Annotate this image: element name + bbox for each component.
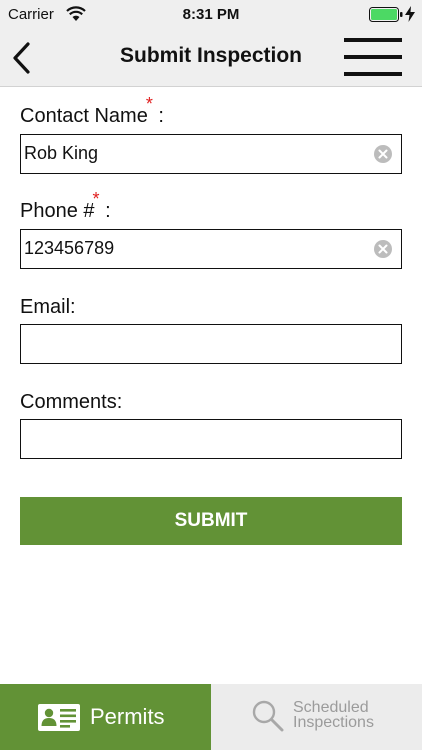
hamburger-menu-icon[interactable] bbox=[344, 36, 402, 80]
tab-permits[interactable]: Permits bbox=[0, 684, 211, 750]
required-marker: * bbox=[145, 94, 153, 114]
clear-icon[interactable] bbox=[374, 240, 392, 258]
clear-icon[interactable] bbox=[374, 145, 392, 163]
magnifier-icon bbox=[252, 700, 284, 732]
status-bar: Carrier 8:31 PM bbox=[0, 0, 422, 30]
email-label: Email: bbox=[20, 296, 76, 318]
required-marker: * bbox=[92, 189, 100, 209]
clock-time: 8:31 PM bbox=[182, 6, 240, 23]
email-field[interactable] bbox=[20, 324, 402, 364]
tab-scheduled-inspections[interactable]: Scheduled Inspections bbox=[211, 684, 422, 750]
contact-name-label: Contact Name* : bbox=[20, 94, 164, 127]
phone-field[interactable] bbox=[20, 229, 402, 269]
email-input[interactable] bbox=[24, 325, 364, 362]
phone-input[interactable] bbox=[24, 230, 364, 267]
id-card-icon bbox=[38, 704, 80, 731]
tab-scheduled-label: Scheduled Inspections bbox=[293, 699, 374, 731]
charging-bolt-icon bbox=[405, 6, 415, 22]
tab-permits-label: Permits bbox=[90, 704, 165, 729]
comments-label: Comments: bbox=[20, 391, 123, 413]
contact-name-input[interactable] bbox=[24, 135, 364, 172]
comments-field[interactable] bbox=[20, 419, 402, 459]
phone-label: Phone #* : bbox=[20, 189, 111, 222]
submit-button[interactable]: SUBMIT bbox=[20, 497, 402, 545]
tab-bar: Permits Scheduled Inspections bbox=[0, 684, 422, 750]
battery-icon bbox=[369, 7, 403, 22]
navigation-bar: Submit Inspection bbox=[0, 30, 422, 87]
contact-name-field[interactable] bbox=[20, 134, 402, 174]
comments-input[interactable] bbox=[24, 420, 364, 457]
